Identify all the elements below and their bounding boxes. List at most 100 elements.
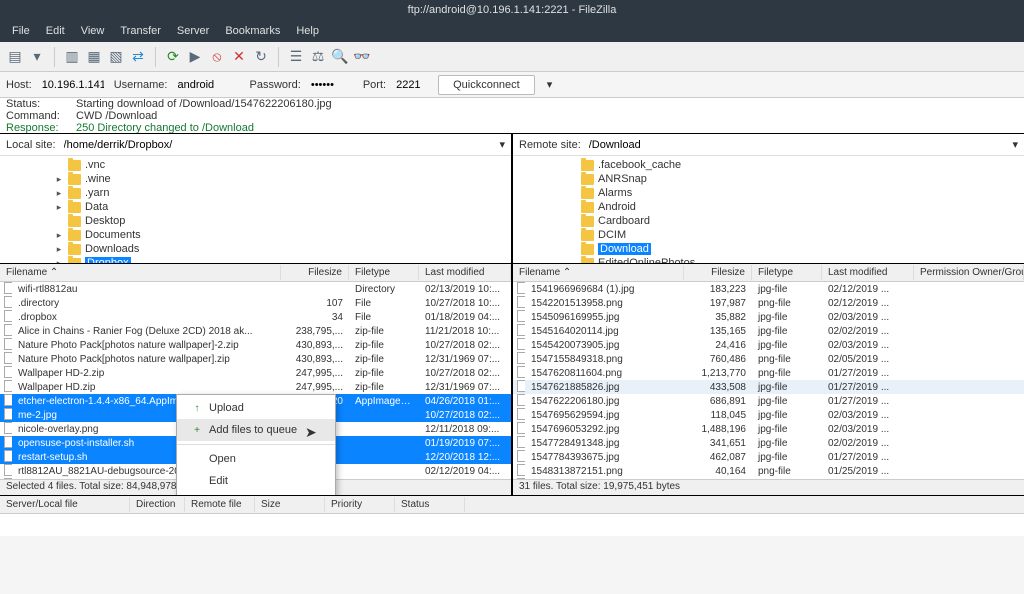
- ctx-upload[interactable]: ↑Upload: [177, 397, 335, 419]
- file-row[interactable]: 1545420073905.jpg24,416jpg-file02/03/201…: [513, 338, 1024, 352]
- file-icon: [517, 464, 525, 476]
- folder-icon: [581, 244, 594, 255]
- window-title: ftp://android@10.196.1.141:2221 - FileZi…: [408, 4, 617, 16]
- queue-col[interactable]: Server/Local file: [0, 497, 130, 512]
- disconnect-icon[interactable]: ✕: [230, 48, 248, 66]
- file-row[interactable]: 1542201513958.png197,987png-file02/12/20…: [513, 296, 1024, 310]
- file-row[interactable]: 1547621885826.jpg433,508jpg-file01/27/20…: [513, 380, 1024, 394]
- col-filetype[interactable]: Filetype: [752, 265, 822, 280]
- tree-item[interactable]: Desktop: [0, 214, 511, 228]
- file-row[interactable]: 1541966969684 (1).jpg183,223jpg-file02/1…: [513, 282, 1024, 296]
- tree-item[interactable]: ▸.yarn: [0, 186, 511, 200]
- queue-col[interactable]: Status: [395, 497, 465, 512]
- port-input[interactable]: [392, 77, 432, 93]
- username-input[interactable]: [173, 77, 243, 93]
- cancel-icon[interactable]: ⦸: [208, 48, 226, 66]
- queue-col[interactable]: Remote file: [185, 497, 255, 512]
- file-icon: [4, 282, 12, 294]
- col-modified[interactable]: Last modified: [419, 265, 511, 280]
- file-row[interactable]: 1547155849318.png760,486png-file02/05/20…: [513, 352, 1024, 366]
- toggle-queue-icon[interactable]: ▧: [107, 48, 125, 66]
- search-icon[interactable]: 🔍: [331, 48, 349, 66]
- find-icon[interactable]: 👓: [353, 48, 371, 66]
- file-icon: [4, 338, 12, 350]
- file-row[interactable]: Wallpaper HD.zip247,995,...zip-file12/31…: [0, 380, 511, 394]
- file-row[interactable]: 1547696053292.jpg1,488,196jpg-file02/03/…: [513, 422, 1024, 436]
- tree-item[interactable]: ANRSnap: [513, 172, 1024, 186]
- tree-item[interactable]: .facebook_cache: [513, 158, 1024, 172]
- tree-item[interactable]: DCIM: [513, 228, 1024, 242]
- file-row[interactable]: 1545164020114.jpg135,165jpg-file02/02/20…: [513, 324, 1024, 338]
- menu-server[interactable]: Server: [169, 21, 217, 41]
- remote-path-dropdown-icon[interactable]: ▾: [1012, 138, 1018, 151]
- menu-transfer[interactable]: Transfer: [112, 21, 169, 41]
- menu-help[interactable]: Help: [288, 21, 327, 41]
- file-row[interactable]: 1547622206180.jpg686,891jpg-file01/27/20…: [513, 394, 1024, 408]
- menu-file[interactable]: File: [4, 21, 38, 41]
- folder-icon: [581, 174, 594, 185]
- col-filename[interactable]: Filename ⌃: [513, 265, 684, 280]
- tree-item[interactable]: Cardboard: [513, 214, 1024, 228]
- file-row[interactable]: Wallpaper HD-2.zip247,995,...zip-file10/…: [0, 366, 511, 380]
- reconnect-icon[interactable]: ↻: [252, 48, 270, 66]
- username-label: Username:: [114, 79, 168, 91]
- toggle-tree-icon[interactable]: ▦: [85, 48, 103, 66]
- file-row[interactable]: wifi-rtl8812auDirectory02/13/2019 10:...: [0, 282, 511, 296]
- file-row[interactable]: 1545096169955.jpg35,882jpg-file02/03/201…: [513, 310, 1024, 324]
- file-row[interactable]: 1547784393675.jpg462,087jpg-file01/27/20…: [513, 450, 1024, 464]
- file-icon: [4, 408, 12, 420]
- col-permissions[interactable]: Permission Owner/Grou...: [914, 265, 1024, 280]
- tree-item[interactable]: Android: [513, 200, 1024, 214]
- remote-site-input[interactable]: [589, 139, 1005, 151]
- tree-item[interactable]: ▸Documents: [0, 228, 511, 242]
- sync-browse-icon[interactable]: ⇄: [129, 48, 147, 66]
- tree-item[interactable]: Alarms: [513, 186, 1024, 200]
- file-row[interactable]: 1548313872151.png40,164png-file01/25/201…: [513, 464, 1024, 478]
- queue-col[interactable]: Direction: [130, 497, 185, 512]
- password-input[interactable]: [307, 77, 357, 93]
- refresh-icon[interactable]: ⟳: [164, 48, 182, 66]
- site-manager-icon[interactable]: ▤: [6, 48, 24, 66]
- menu-bookmarks[interactable]: Bookmarks: [217, 21, 288, 41]
- filter-icon[interactable]: ☰: [287, 48, 305, 66]
- dropdown-icon[interactable]: ▾: [28, 48, 46, 66]
- col-filetype[interactable]: Filetype: [349, 265, 419, 280]
- quickconnect-button[interactable]: Quickconnect: [438, 75, 535, 95]
- ctx-open[interactable]: Open: [177, 448, 335, 470]
- file-row[interactable]: Alice in Chains - Ranier Fog (Deluxe 2CD…: [0, 324, 511, 338]
- file-row[interactable]: .dropbox34File01/18/2019 04:...: [0, 310, 511, 324]
- file-row[interactable]: 1547620811604.png1,213,770png-file01/27/…: [513, 366, 1024, 380]
- local-path-dropdown-icon[interactable]: ▾: [499, 138, 505, 151]
- quickconnect-dropdown[interactable]: ▾: [541, 75, 559, 94]
- col-filename[interactable]: Filename ⌃: [0, 265, 281, 280]
- toggle-log-icon[interactable]: ▥: [63, 48, 81, 66]
- file-icon: [4, 436, 12, 448]
- file-row[interactable]: 1547728491348.jpg341,651jpg-file02/02/20…: [513, 436, 1024, 450]
- file-row[interactable]: 1547695629594.jpg118,045jpg-file02/03/20…: [513, 408, 1024, 422]
- ctx-add-files-to-queue[interactable]: +Add files to queue: [177, 419, 335, 441]
- menu-view[interactable]: View: [73, 21, 113, 41]
- tree-item[interactable]: Download: [513, 242, 1024, 256]
- tree-item[interactable]: ▸Data: [0, 200, 511, 214]
- file-icon: [517, 380, 525, 392]
- tree-item[interactable]: ▸.wine: [0, 172, 511, 186]
- compare-icon[interactable]: ⚖: [309, 48, 327, 66]
- host-input[interactable]: [38, 77, 108, 93]
- menu-edit[interactable]: Edit: [38, 21, 73, 41]
- tree-item[interactable]: ▸Dropbox: [0, 256, 511, 263]
- tree-item[interactable]: ▸Downloads: [0, 242, 511, 256]
- file-row[interactable]: Nature Photo Pack[photos nature wallpape…: [0, 352, 511, 366]
- queue-col[interactable]: Priority: [325, 497, 395, 512]
- col-filesize[interactable]: Filesize: [684, 265, 752, 280]
- queue-col[interactable]: Size: [255, 497, 325, 512]
- file-row[interactable]: Nature Photo Pack[photos nature wallpape…: [0, 338, 511, 352]
- tree-item[interactable]: .vnc: [0, 158, 511, 172]
- col-modified[interactable]: Last modified: [822, 265, 914, 280]
- col-filesize[interactable]: Filesize: [281, 265, 349, 280]
- local-site-input[interactable]: [64, 139, 492, 151]
- file-icon: [517, 394, 525, 406]
- file-row[interactable]: .directory107File10/27/2018 10:...: [0, 296, 511, 310]
- process-queue-icon[interactable]: ▶: [186, 48, 204, 66]
- tree-item[interactable]: EditedOnlinePhotos: [513, 256, 1024, 263]
- ctx-edit[interactable]: Edit: [177, 470, 335, 492]
